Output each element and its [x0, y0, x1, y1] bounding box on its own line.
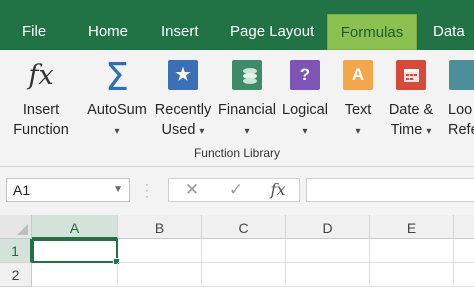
lookup-reference-button[interactable]: Loo Refer — [440, 50, 474, 146]
recently-used-label-line2: Used — [161, 122, 196, 138]
tab-insert[interactable]: Insert — [161, 0, 199, 50]
lookup-label-line2: Refer — [448, 122, 474, 138]
recently-used-label-line1: Recently — [154, 102, 212, 118]
lookup-label-line1: Loo — [448, 102, 473, 118]
text-book-icon: A — [343, 60, 373, 94]
tab-file[interactable]: File — [22, 0, 46, 50]
insert-function-label-line2: Function — [13, 122, 69, 138]
cell-b1[interactable] — [118, 239, 202, 263]
insert-function-button[interactable]: fx Insert Function — [8, 50, 74, 146]
sigma-icon: Σ — [104, 55, 129, 99]
enter-icon[interactable]: ✓ — [221, 179, 251, 201]
cell-d2[interactable] — [286, 263, 370, 287]
cell-b2[interactable] — [118, 263, 202, 287]
cancel-icon[interactable]: ✕ — [177, 179, 207, 201]
worksheet-grid: A B C D E 1 2 — [0, 215, 474, 287]
tab-formulas[interactable]: Formulas — [327, 14, 417, 50]
recently-used-button[interactable]: ★ Recently Used ▾ — [150, 50, 216, 146]
formula-bar: A1 ▼ · · · ✕ ✓ fx — [0, 167, 474, 215]
logical-label: Logical — [282, 102, 328, 118]
formula-buttons: ✕ ✓ fx — [168, 178, 300, 202]
financial-label: Financial — [217, 102, 277, 118]
chevron-down-icon: ▾ — [355, 126, 361, 137]
autosum-button[interactable]: Σ AutoSum ▾ — [84, 50, 150, 146]
chevron-down-icon: ▾ — [302, 126, 308, 137]
coins-book-icon — [232, 60, 262, 94]
cell-e1[interactable] — [370, 239, 454, 263]
chevron-down-icon: ▾ — [114, 126, 120, 137]
column-header-c[interactable]: C — [202, 215, 286, 239]
drag-handle-icon[interactable]: · · · — [145, 178, 149, 202]
ribbon-tab-bar: File Home Insert Page Layout Formulas Da… — [0, 0, 474, 50]
column-header-f[interactable] — [454, 215, 474, 239]
insert-function-label-line1: Insert — [22, 102, 60, 118]
insert-function-icon[interactable]: fx — [263, 179, 293, 201]
cell-f2[interactable] — [454, 263, 474, 287]
chevron-down-icon: ▾ — [244, 126, 250, 137]
financial-button[interactable]: Financial ▾ — [214, 50, 280, 146]
column-header-d[interactable]: D — [286, 215, 370, 239]
fx-icon: fx — [28, 60, 54, 91]
column-header-a[interactable]: A — [32, 215, 118, 239]
tab-data[interactable]: Data — [433, 0, 465, 50]
calendar-book-icon — [396, 60, 426, 94]
cell-a2[interactable] — [32, 263, 118, 287]
chevron-down-icon: ▾ — [426, 126, 432, 137]
tab-home[interactable]: Home — [88, 0, 128, 50]
cell-d1[interactable] — [286, 239, 370, 263]
autosum-label: AutoSum — [87, 102, 147, 118]
ribbon-formulas: fx Insert Function Σ AutoSum ▾ ★ Recentl… — [0, 50, 474, 167]
row-header-1[interactable]: 1 — [0, 239, 32, 263]
cell-a1[interactable] — [32, 239, 120, 265]
cell-f1[interactable] — [454, 239, 474, 263]
date-time-label-line2: Time — [390, 122, 423, 138]
star-book-icon: ★ — [168, 60, 198, 94]
function-library-group-label: Function Library — [193, 146, 281, 160]
column-header-b[interactable]: B — [118, 215, 202, 239]
chevron-down-icon: ▾ — [199, 126, 205, 137]
row-header-2[interactable]: 2 — [0, 263, 32, 287]
name-box-value: A1 — [13, 182, 31, 198]
logical-button[interactable]: ? Logical ▾ — [277, 50, 333, 146]
name-box[interactable]: A1 ▼ — [6, 178, 130, 202]
date-time-label-line1: Date & — [388, 102, 434, 118]
date-time-button[interactable]: Date & Time ▾ — [382, 50, 440, 146]
tab-page-layout[interactable]: Page Layout — [230, 0, 314, 50]
cell-c1[interactable] — [202, 239, 286, 263]
chevron-down-icon[interactable]: ▼ — [113, 179, 123, 201]
lookup-book-icon — [449, 60, 474, 94]
text-functions-button[interactable]: A Text ▾ — [334, 50, 382, 146]
text-label: Text — [344, 102, 372, 118]
formula-input[interactable] — [306, 178, 474, 202]
select-all-button[interactable] — [0, 215, 32, 239]
question-book-icon: ? — [290, 60, 320, 94]
cell-e2[interactable] — [370, 263, 454, 287]
cell-c2[interactable] — [202, 263, 286, 287]
column-header-e[interactable]: E — [370, 215, 454, 239]
